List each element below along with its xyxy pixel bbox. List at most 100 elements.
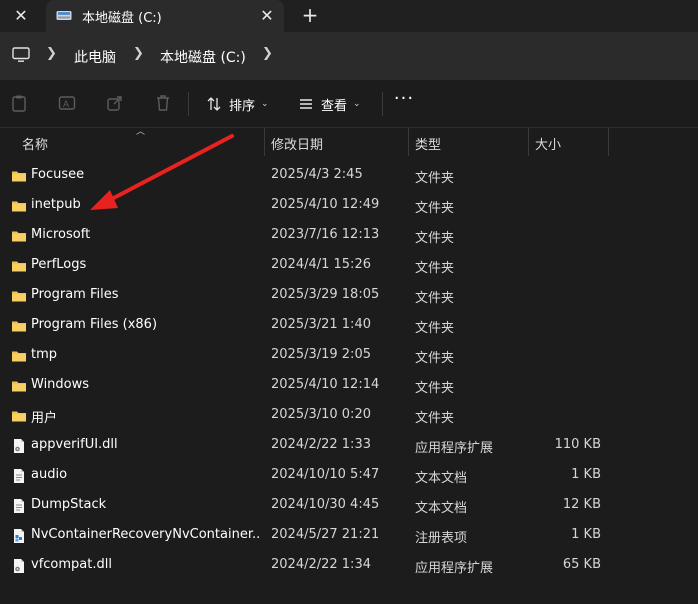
new-tab-icon[interactable]: + — [298, 4, 322, 28]
file-name: Program Files (x86) — [31, 317, 158, 332]
file-type: 注册表项 — [415, 531, 468, 546]
toolbar-divider — [188, 92, 189, 116]
file-type: 文件夹 — [415, 351, 455, 366]
file-date: 2024/5/27 21:21 — [271, 527, 380, 542]
file-row[interactable]: DumpStack 2024/10/30 4:45 文本文档 12 KB — [0, 491, 698, 521]
dll-file-icon — [11, 558, 27, 574]
share-icon[interactable] — [106, 94, 124, 112]
file-type: 应用程序扩展 — [415, 561, 494, 576]
close-window-icon[interactable]: ✕ — [10, 5, 32, 27]
file-date: 2024/2/22 1:33 — [271, 437, 371, 452]
folder-icon — [11, 378, 27, 394]
text-file-icon — [11, 468, 27, 484]
close-tab-icon[interactable]: ✕ — [256, 5, 278, 27]
column-header-date[interactable]: 修改日期 — [271, 134, 323, 153]
file-row[interactable]: Windows 2025/4/10 12:14 文件夹 — [0, 371, 698, 401]
breadcrumb-local-disk[interactable]: 本地磁盘 (C:) — [160, 47, 246, 67]
column-header-name[interactable]: 名称 — [22, 134, 48, 153]
chevron-down-icon: ⌄ — [353, 99, 361, 109]
file-size: 65 KB — [562, 557, 601, 572]
file-row[interactable]: 用户 2025/3/10 0:20 文件夹 — [0, 401, 698, 431]
sort-label: 排序 — [229, 98, 256, 114]
file-name: vfcompat.dll — [31, 557, 112, 572]
file-row[interactable]: Program Files (x86) 2025/3/21 1:40 文件夹 — [0, 311, 698, 341]
file-date: 2025/4/3 2:45 — [271, 167, 363, 182]
view-icon — [300, 99, 312, 109]
file-name: appverifUI.dll — [31, 437, 118, 452]
file-row[interactable]: PerfLogs 2024/4/1 15:26 文件夹 — [0, 251, 698, 281]
column-divider[interactable] — [608, 128, 609, 156]
view-label: 查看 — [321, 98, 348, 114]
view-button[interactable]: 查看 ⌄ — [298, 92, 361, 116]
folder-icon — [11, 258, 27, 274]
file-row[interactable]: audio 2024/10/10 5:47 文本文档 1 KB — [0, 461, 698, 491]
file-date: 2025/4/10 12:14 — [271, 377, 380, 392]
file-row[interactable]: vfcompat.dll 2024/2/22 1:34 应用程序扩展 65 KB — [0, 551, 698, 581]
chevron-right-icon: ❯ — [46, 46, 57, 61]
folder-icon — [11, 198, 27, 214]
file-type: 文件夹 — [415, 201, 455, 216]
file-row[interactable]: Program Files 2025/3/29 18:05 文件夹 — [0, 281, 698, 311]
file-name: Program Files — [31, 287, 119, 302]
text-file-icon — [11, 498, 27, 514]
file-type: 文件夹 — [415, 231, 455, 246]
file-name: Microsoft — [31, 227, 91, 242]
sort-icon — [207, 97, 221, 111]
folder-icon — [11, 228, 27, 244]
file-row[interactable]: NvContainerRecoveryNvContainer... 2024/5/… — [0, 521, 698, 551]
title-bar: ✕ 本地磁盘 (C:) ✕ + — [0, 0, 698, 32]
file-type: 文件夹 — [415, 291, 455, 306]
rename-icon[interactable]: A — [58, 94, 76, 112]
computer-icon — [12, 47, 30, 62]
file-row[interactable]: inetpub 2025/4/10 12:49 文件夹 — [0, 191, 698, 221]
file-name: Windows — [31, 377, 90, 392]
breadcrumb-this-pc[interactable]: 此电脑 — [74, 47, 116, 67]
file-type: 文本文档 — [415, 471, 468, 486]
file-type: 应用程序扩展 — [415, 441, 494, 456]
file-name: tmp — [31, 347, 58, 362]
address-bar[interactable]: ❯ 此电脑 ❯ 本地磁盘 (C:) ❯ — [0, 32, 698, 80]
file-name: 用户 — [31, 411, 58, 426]
column-divider[interactable] — [528, 128, 529, 156]
sort-button[interactable]: 排序 ⌄ — [206, 92, 269, 116]
paste-icon[interactable] — [10, 94, 28, 112]
column-divider[interactable] — [264, 128, 265, 156]
chevron-right-icon: ❯ — [133, 46, 144, 61]
column-header-type[interactable]: 类型 — [415, 134, 441, 153]
column-header-size[interactable]: 大小 — [535, 134, 561, 153]
file-size: 110 KB — [554, 437, 601, 452]
file-date: 2025/3/29 18:05 — [271, 287, 380, 302]
column-divider[interactable] — [408, 128, 409, 156]
file-type: 文件夹 — [415, 411, 455, 426]
more-options-button[interactable]: ··· — [393, 90, 415, 114]
file-row[interactable]: Microsoft 2023/7/16 12:13 文件夹 — [0, 221, 698, 251]
column-header-row: ︿ 名称 修改日期 类型 大小 — [0, 127, 698, 156]
folder-icon — [11, 348, 27, 364]
folder-icon — [11, 168, 27, 184]
file-type: 文件夹 — [415, 171, 455, 186]
command-bar: A 排序 ⌄ 查看 ⌄ ··· — [0, 80, 698, 128]
file-row[interactable]: tmp 2025/3/19 2:05 文件夹 — [0, 341, 698, 371]
file-date: 2024/2/22 1:34 — [271, 557, 371, 572]
tab-local-disk[interactable]: 本地磁盘 (C:) ✕ — [46, 0, 284, 32]
file-date: 2025/4/10 12:49 — [271, 197, 380, 212]
file-date: 2024/10/30 4:45 — [271, 497, 380, 512]
svg-text:A: A — [63, 99, 69, 109]
file-type: 文件夹 — [415, 321, 455, 336]
chevron-right-icon[interactable]: ❯ — [262, 46, 273, 61]
file-date: 2024/4/1 15:26 — [271, 257, 371, 272]
file-row[interactable]: appverifUI.dll 2024/2/22 1:33 应用程序扩展 110 KB — [0, 431, 698, 461]
file-type: 文件夹 — [415, 381, 455, 396]
delete-icon[interactable] — [154, 94, 172, 112]
folder-icon — [11, 288, 27, 304]
file-name: NvContainerRecoveryNvContainer... — [31, 527, 259, 542]
folder-icon — [11, 318, 27, 334]
drive-icon — [56, 11, 72, 20]
file-size: 1 KB — [571, 527, 601, 542]
file-date: 2025/3/19 2:05 — [271, 347, 371, 362]
file-name: Focusee — [31, 167, 85, 182]
file-list: Focusee 2025/4/3 2:45 文件夹 inetpub 2025/4/10 … — [0, 161, 698, 581]
file-row[interactable]: Focusee 2025/4/3 2:45 文件夹 — [0, 161, 698, 191]
tab-title: 本地磁盘 (C:) — [82, 11, 162, 26]
file-name: PerfLogs — [31, 257, 87, 272]
